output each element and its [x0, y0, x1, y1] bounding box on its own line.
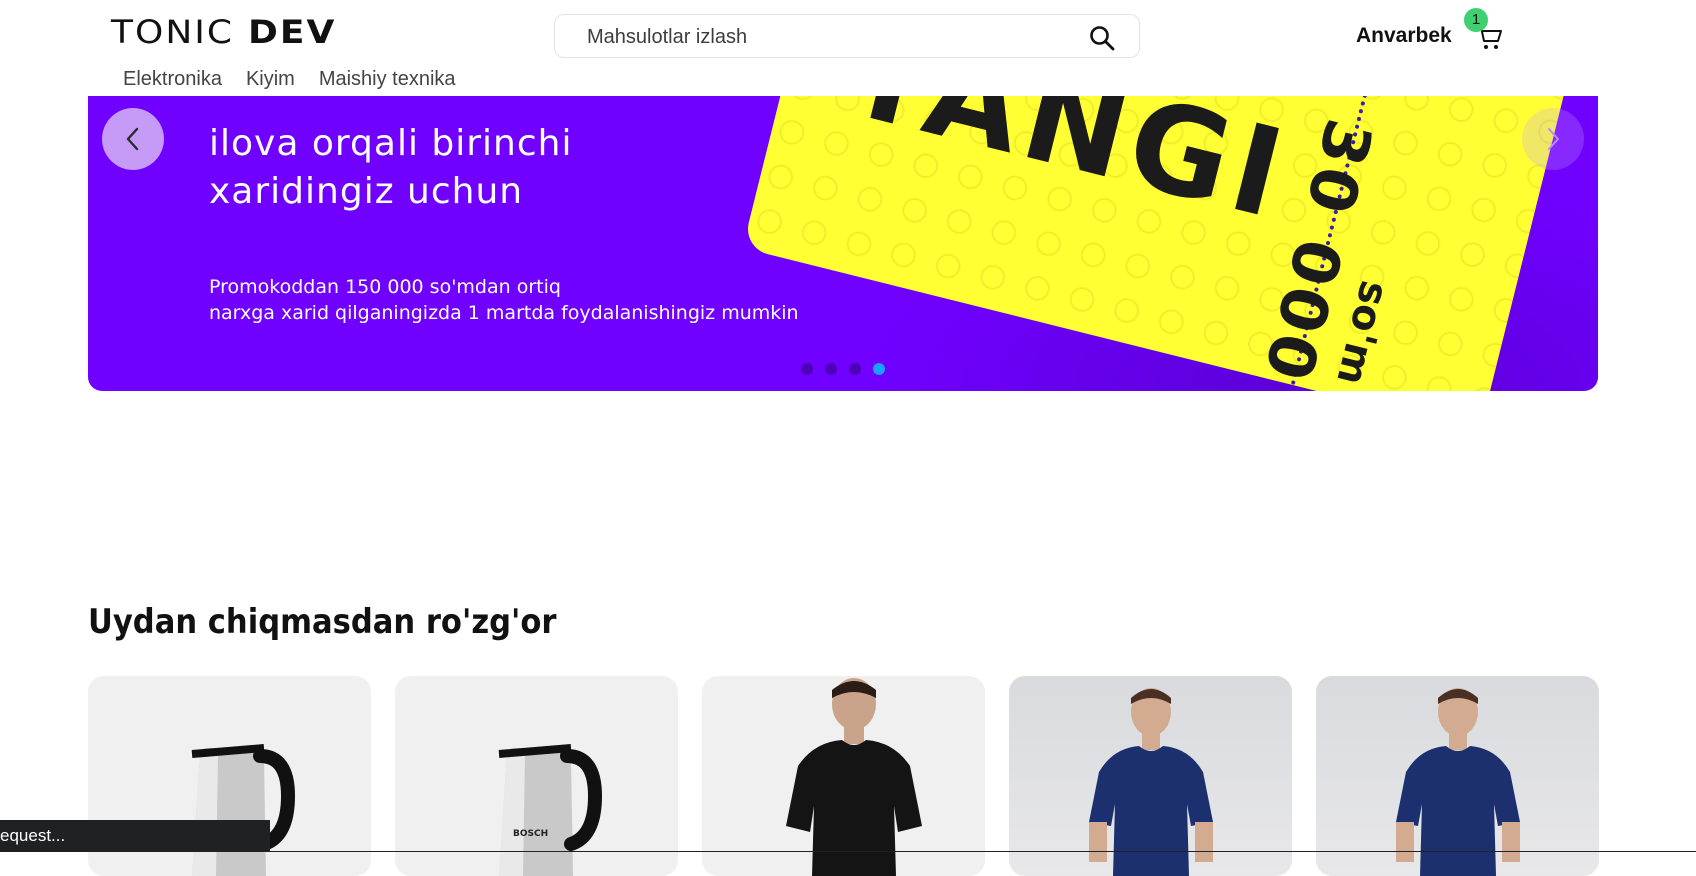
product-card[interactable]: BOSCH: [395, 676, 678, 876]
search-input[interactable]: [585, 23, 1069, 51]
kettle-brand-text: BOSCH: [513, 829, 548, 839]
product-card[interactable]: [1316, 676, 1599, 876]
nav-item-elektronika[interactable]: Elektronika: [123, 68, 222, 91]
browser-status-bar: equest...: [0, 820, 270, 852]
search-icon[interactable]: [1089, 25, 1115, 51]
tshirt-navy-image: [1089, 688, 1213, 876]
product-card[interactable]: [1009, 676, 1292, 876]
logo[interactable]: TONIC DEV: [111, 14, 336, 53]
carousel-next-button[interactable]: [1522, 108, 1584, 170]
product-list: BOSCH: [88, 676, 1599, 876]
banner-headline-line2: xaridingiz uchun: [209, 171, 524, 212]
carousel-dot[interactable]: [825, 363, 837, 375]
carousel-dot[interactable]: [873, 363, 885, 375]
category-nav: Elektronika Kiyim Maishiy texnika: [123, 68, 456, 91]
tshirt-navy-image: [1396, 688, 1520, 876]
search-bar: [554, 14, 1140, 58]
carousel-dots: [801, 363, 885, 375]
section-title: Uydan chiqmasdan ro'zg'or: [88, 602, 557, 642]
carousel-prev-button[interactable]: [102, 108, 164, 170]
banner-headline: ilova orqali birinchi xaridingiz uchun: [209, 120, 572, 216]
nav-item-maishiy-texnika[interactable]: Maishiy texnika: [319, 68, 456, 91]
tshirt-black-image: [786, 678, 922, 876]
logo-text-tonic: TONIC: [111, 14, 235, 51]
carousel-dot[interactable]: [849, 363, 861, 375]
chevron-right-icon: [1548, 128, 1559, 150]
cart-count-badge: 1: [1464, 8, 1488, 32]
kettle-image: BOSCH: [498, 744, 603, 876]
banner-promo-text: Promokoddan 150 000 so'mdan ortiq narxga…: [209, 274, 799, 326]
carousel-dot[interactable]: [801, 363, 813, 375]
promo-banner[interactable]: YANGI 30 000 so'm ilova orqali birinchi …: [88, 96, 1598, 391]
nav-item-kiyim[interactable]: Kiyim: [246, 68, 295, 91]
chevron-left-icon: [126, 127, 139, 151]
banner-promo-line2: narxga xarid qilganingizda 1 martda foyd…: [209, 302, 799, 324]
product-card[interactable]: [702, 676, 985, 876]
logo-text-dev: DEV: [248, 14, 337, 51]
user-name[interactable]: Anvarbek: [1356, 24, 1452, 48]
banner-headline-line1: ilova orqali birinchi: [209, 123, 573, 164]
banner-promo-line1: Promokoddan 150 000 so'mdan ortiq: [209, 276, 561, 298]
